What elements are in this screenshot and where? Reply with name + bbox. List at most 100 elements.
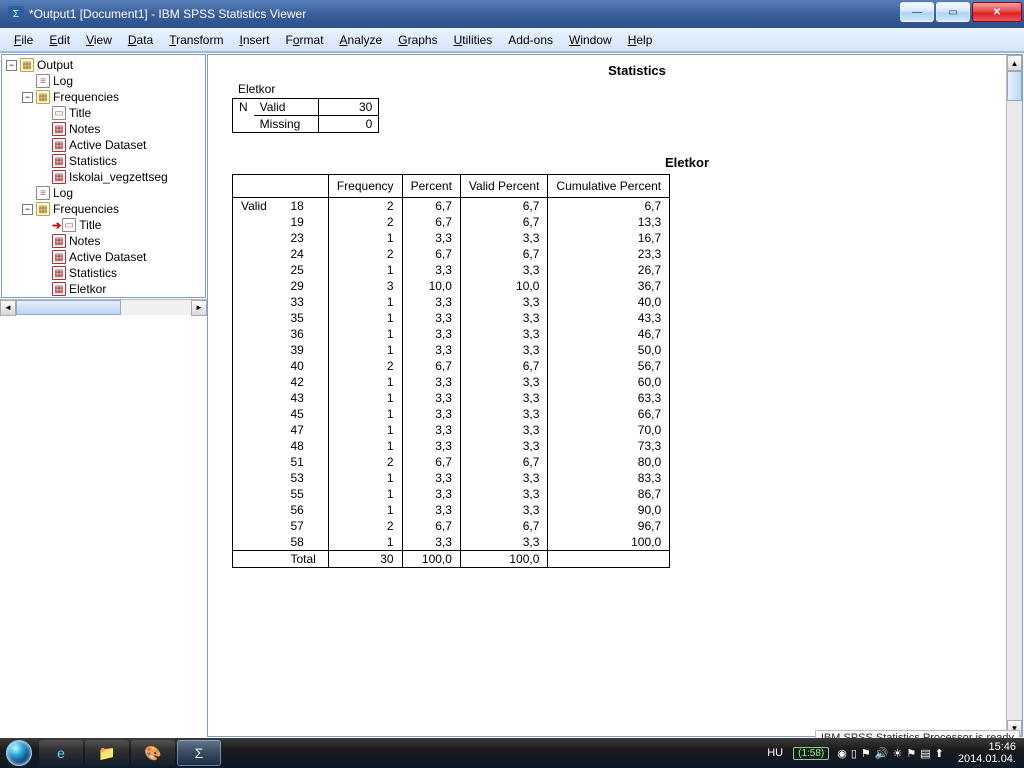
system-tray: HU (1:58) ◉▯⚑🔊☀⚑▤⬆ 15:46 2014.01.04. — [763, 741, 1024, 765]
statistics-variable: Eletkor — [238, 82, 992, 96]
menu-help[interactable]: Help — [620, 33, 661, 47]
freq-cell: 3,3 — [402, 262, 460, 278]
tree-toggle-icon[interactable]: − — [22, 204, 33, 215]
maximize-button[interactable]: ▭ — [936, 2, 970, 22]
log-icon: ≡ — [36, 186, 50, 200]
window-titlebar: Σ *Output1 [Document1] - IBM SPSS Statis… — [0, 0, 1024, 28]
tree-item[interactable]: ▦Statistics — [2, 153, 205, 169]
tree-item[interactable]: ▦Notes — [2, 233, 205, 249]
tree-item[interactable]: ≡Log — [2, 185, 205, 201]
freq-cell: 6,7 — [460, 518, 547, 534]
tree-toggle-icon[interactable]: − — [22, 92, 33, 103]
freq-cell: 3,3 — [460, 438, 547, 454]
minimize-button[interactable]: — — [900, 2, 934, 22]
tray-language[interactable]: HU — [763, 747, 787, 759]
tree-label: Active Dataset — [69, 250, 146, 264]
freq-cell: 60,0 — [548, 374, 670, 390]
start-button[interactable] — [0, 738, 38, 768]
stat-missing-value: 0 — [319, 116, 379, 133]
taskbar-ie-icon[interactable]: e — [39, 740, 83, 766]
output-content[interactable]: Statistics Eletkor N Valid 30 Missing 0 … — [208, 55, 1006, 736]
tree-label: Notes — [69, 234, 100, 248]
tray-icons[interactable]: ◉▯⚑🔊☀⚑▤⬆ — [835, 747, 946, 760]
scroll-up-button[interactable]: ▲ — [1007, 55, 1022, 71]
menu-graphs[interactable]: Graphs — [390, 33, 445, 47]
scroll-left-button[interactable]: ◄ — [0, 300, 16, 316]
tree-label: Frequencies — [53, 202, 119, 216]
tree-item[interactable]: −▦Frequencies — [2, 89, 205, 105]
menu-edit[interactable]: Edit — [41, 33, 78, 47]
tree-item[interactable]: ≡Log — [2, 73, 205, 89]
freq-cell: 6,7 — [460, 454, 547, 470]
tree-item[interactable]: ▦Active Dataset — [2, 249, 205, 265]
menu-insert[interactable]: Insert — [231, 33, 277, 47]
freq-group-label — [233, 422, 283, 438]
log-icon: ▭ — [52, 106, 66, 120]
tree-item[interactable]: ▦Eletkor — [2, 281, 205, 297]
scroll-thumb[interactable] — [16, 300, 121, 315]
scroll-right-button[interactable]: ► — [191, 300, 207, 316]
menu-view[interactable]: View — [78, 33, 120, 47]
freq-value-label: 56 — [283, 502, 329, 518]
freq-cell: 3,3 — [402, 310, 460, 326]
tree-item[interactable]: ▭Title — [2, 105, 205, 121]
freq-header: Frequency — [328, 175, 402, 198]
freq-cell: 1 — [328, 406, 402, 422]
tree-toggle-icon[interactable]: − — [6, 60, 17, 71]
freq-cell: 43,3 — [548, 310, 670, 326]
freq-cell: 6,7 — [460, 214, 547, 230]
menu-analyze[interactable]: Analyze — [332, 33, 391, 47]
freq-cell: 1 — [328, 502, 402, 518]
tree-item[interactable]: ▦Active Dataset — [2, 137, 205, 153]
content-vscrollbar[interactable]: ▲ ▼ — [1006, 55, 1022, 736]
taskbar-explorer-icon[interactable]: 📁 — [85, 740, 129, 766]
menu-utilities[interactable]: Utilities — [446, 33, 501, 47]
tree-item[interactable]: ➔▭Title — [2, 217, 205, 233]
tray-battery[interactable]: (1:58) — [793, 747, 829, 760]
taskbar-paint-icon[interactable]: 🎨 — [131, 740, 175, 766]
freq-cell: 23,3 — [548, 246, 670, 262]
freq-cell: 1 — [328, 374, 402, 390]
tree-item[interactable]: ▦Notes — [2, 121, 205, 137]
tree-item[interactable]: ▦Iskolai_vegzettseg — [2, 169, 205, 185]
frequency-caption: Eletkor — [382, 155, 992, 170]
outline-hscrollbar[interactable]: ◄ ► — [0, 299, 207, 315]
tree-label: Title — [79, 218, 101, 232]
tree-item[interactable]: −▦Output — [2, 57, 205, 73]
freq-cell: 100,0 — [460, 551, 547, 568]
close-button[interactable]: ✕ — [972, 2, 1022, 22]
taskbar-spss-icon[interactable]: Σ — [177, 740, 221, 766]
freq-cell: 10,0 — [402, 278, 460, 294]
freq-cell: 73,3 — [548, 438, 670, 454]
menu-window[interactable]: Window — [561, 33, 620, 47]
freq-value-label: 33 — [283, 294, 329, 310]
freq-cell: 6,7 — [402, 518, 460, 534]
freq-group-label — [233, 214, 283, 230]
menu-transform[interactable]: Transform — [161, 33, 231, 47]
freq-cell: 3,3 — [402, 390, 460, 406]
tree-item[interactable]: −▦Frequencies — [2, 201, 205, 217]
current-marker-icon: ➔ — [52, 219, 61, 232]
menu-add-ons[interactable]: Add-ons — [500, 33, 561, 47]
tray-clock[interactable]: 15:46 2014.01.04. — [952, 741, 1022, 765]
menu-format[interactable]: Format — [278, 33, 332, 47]
freq-cell: 2 — [328, 454, 402, 470]
freq-cell: 3,3 — [402, 438, 460, 454]
freq-value-label: 47 — [283, 422, 329, 438]
tree-item[interactable]: ▦Statistics — [2, 265, 205, 281]
freq-group-label — [233, 278, 283, 294]
vscroll-thumb[interactable] — [1007, 71, 1022, 101]
freq-cell: 3,3 — [402, 230, 460, 246]
outline-tree[interactable]: −▦Output≡Log−▦Frequencies▭Title▦Notes▦Ac… — [1, 54, 206, 298]
freq-cell: 6,7 — [460, 246, 547, 262]
freq-cell: 1 — [328, 326, 402, 342]
tree-label: Eletkor — [69, 282, 106, 296]
menu-data[interactable]: Data — [120, 33, 161, 47]
menu-file[interactable]: File — [6, 33, 41, 47]
freq-cell: 36,7 — [548, 278, 670, 294]
freq-cell: 6,7 — [402, 358, 460, 374]
freq-cell: 46,7 — [548, 326, 670, 342]
freq-cell: 3,3 — [402, 406, 460, 422]
freq-cell: 1 — [328, 310, 402, 326]
freq-cell: 90,0 — [548, 502, 670, 518]
